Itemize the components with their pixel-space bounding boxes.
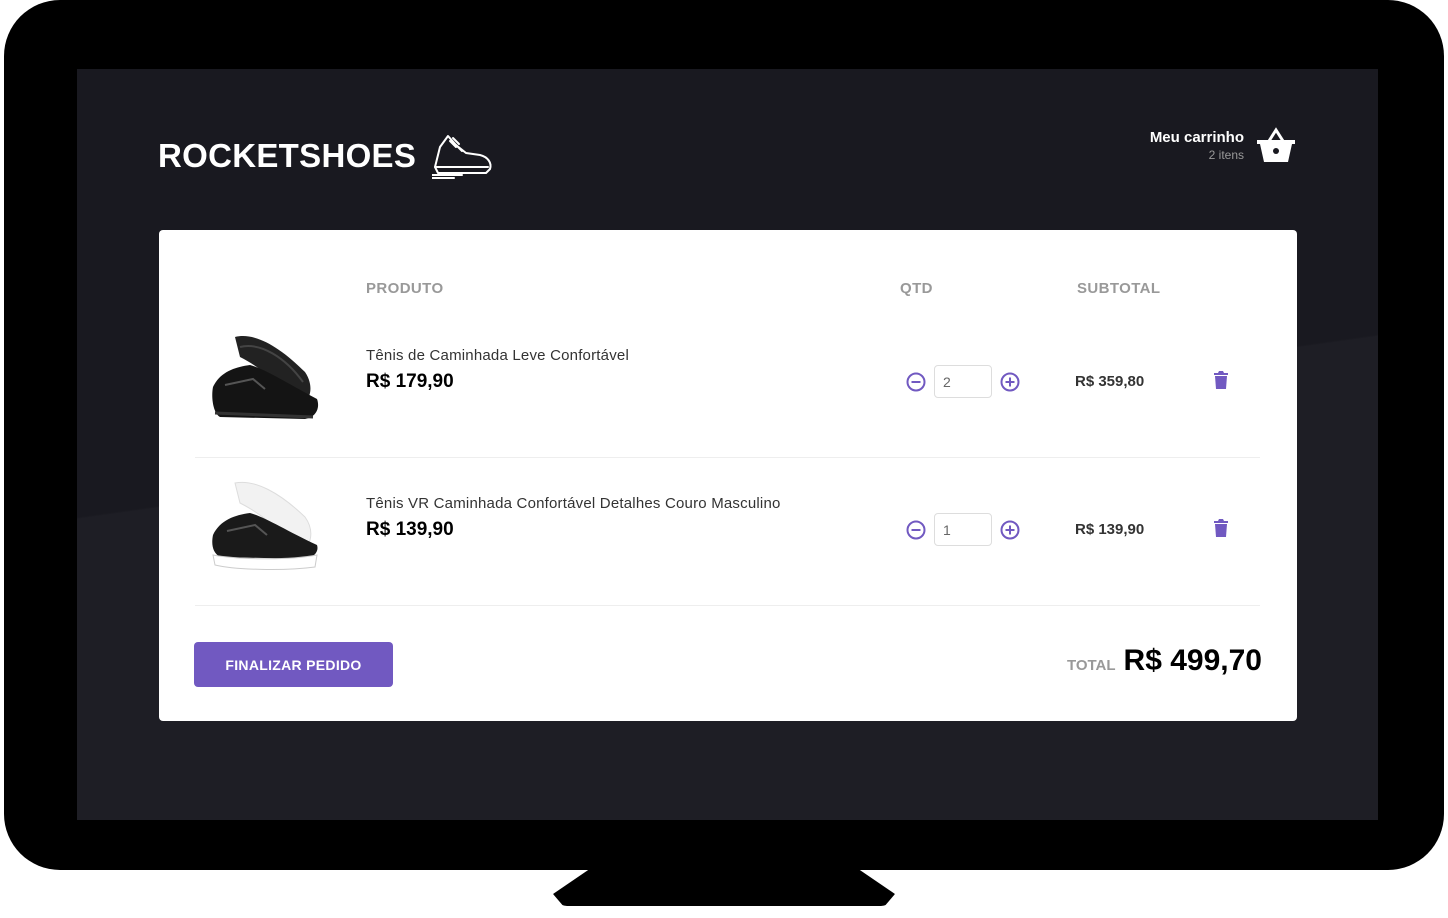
- product-name: Tênis de Caminhada Leve Confortável: [366, 347, 629, 364]
- product-price: R$ 179,90: [366, 371, 454, 392]
- cart-count: 2 itens: [1208, 147, 1244, 162]
- product-name: Tênis VR Caminhada Confortável Detalhes …: [366, 495, 781, 512]
- header-qty: QTD: [900, 280, 933, 297]
- decrement-button[interactable]: [906, 520, 926, 540]
- cart-link[interactable]: Meu carrinho 2 itens: [1150, 127, 1296, 163]
- total-label: TOTAL: [1066, 657, 1116, 674]
- delete-button[interactable]: [1214, 371, 1228, 394]
- trash-icon: [1214, 371, 1228, 389]
- product-price: R$ 139,90: [366, 519, 454, 540]
- plus-circle-icon: [1000, 520, 1020, 539]
- monitor-stand: [553, 866, 895, 906]
- quantity-input[interactable]: [934, 513, 992, 546]
- product-image: [212, 481, 318, 570]
- cart-container: PRODUTO QTD SUBTOTAL Tênis de Caminhada …: [159, 230, 1297, 721]
- quantity-input[interactable]: [934, 365, 992, 398]
- minus-circle-icon: [906, 520, 926, 539]
- total-value: R$ 499,70: [1123, 644, 1262, 677]
- logo-text: ROCKETSHOES: [158, 137, 417, 174]
- total: TOTAL R$ 499,70: [1067, 644, 1262, 678]
- increment-button[interactable]: [1000, 372, 1020, 392]
- delete-button[interactable]: [1214, 519, 1228, 542]
- plus-circle-icon: [1000, 372, 1020, 391]
- item-subtotal: R$ 359,80: [1075, 373, 1145, 390]
- trash-icon: [1214, 519, 1228, 537]
- app-screen: ROCKETSHOES Meu carrinho 2 itens PRODUTO…: [77, 69, 1378, 820]
- product-image: [212, 336, 319, 419]
- item-subtotal: R$ 139,90: [1075, 521, 1145, 538]
- monitor-frame: ROCKETSHOES Meu carrinho 2 itens PRODUTO…: [4, 0, 1444, 870]
- decrement-button[interactable]: [906, 372, 926, 392]
- quantity-stepper: [906, 365, 1020, 398]
- increment-button[interactable]: [1000, 520, 1020, 540]
- minus-circle-icon: [906, 372, 926, 391]
- finalize-order-button[interactable]: FINALIZAR PEDIDO: [194, 642, 393, 687]
- sneaker-icon: [432, 135, 492, 179]
- header-subtotal: SUBTOTAL: [1077, 280, 1161, 297]
- cart-title: Meu carrinho: [1149, 128, 1244, 146]
- basket-icon: [1257, 127, 1295, 162]
- table-row: Tênis VR Caminhada Confortável Detalhes …: [195, 457, 1260, 606]
- logo[interactable]: ROCKETSHOES: [158, 133, 494, 179]
- header-product: PRODUTO: [366, 280, 444, 297]
- table-row: Tênis de Caminhada Leve Confortável R$ 1…: [195, 309, 1260, 458]
- quantity-stepper: [906, 513, 1020, 546]
